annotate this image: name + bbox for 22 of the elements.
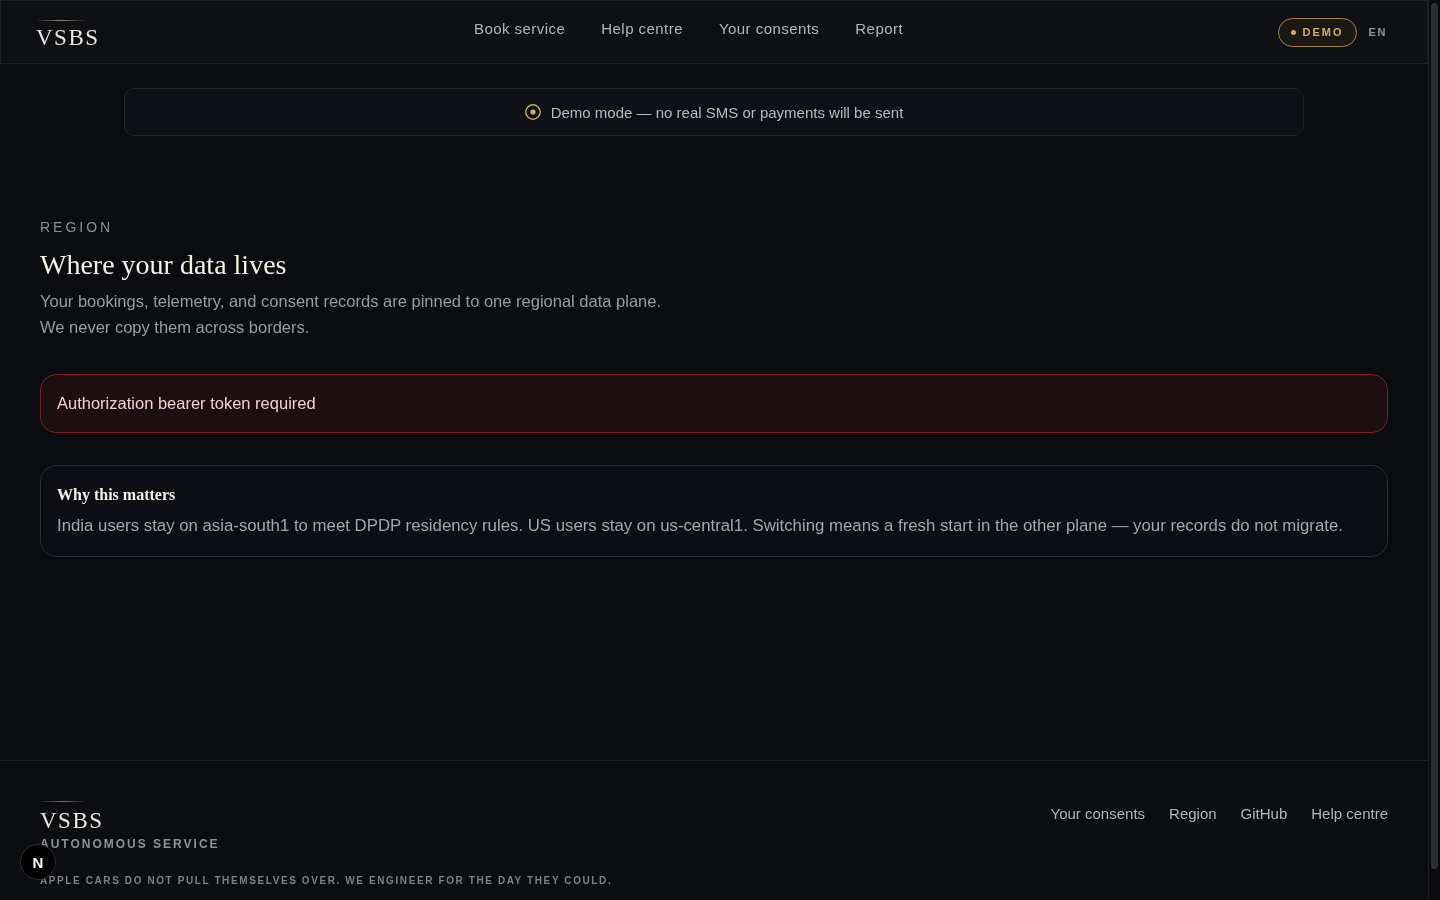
logo[interactable]: VSBS bbox=[36, 25, 100, 49]
card-body: India users stay on asia-south1 to meet DPDP residency rules. US users stay on us-central1. Switching means a fresh start in the other plane — your records do not migrate. bbox=[57, 515, 1343, 537]
nav-link[interactable]: Help centre bbox=[601, 20, 683, 37]
page-title: Where your data lives bbox=[40, 248, 287, 282]
footer-link[interactable]: Help centre bbox=[1311, 805, 1388, 822]
nav-link[interactable]: Report bbox=[855, 20, 904, 37]
footer-link[interactable]: Region bbox=[1169, 805, 1217, 822]
dot-icon bbox=[1290, 29, 1296, 35]
footer-link[interactable]: GitHub bbox=[1240, 805, 1288, 822]
ring-dot-icon bbox=[524, 104, 541, 120]
nav-link[interactable]: Book service bbox=[474, 20, 566, 37]
nav-link[interactable]: Your consents bbox=[718, 20, 820, 37]
footer-logo: VSBS bbox=[40, 809, 104, 833]
page-description: Your bookings, telemetry, and consent records are pinned to one regional data plane. We never copy them across borders. bbox=[40, 291, 662, 338]
section-eyebrow: REGION bbox=[40, 218, 114, 236]
language-button[interactable]: EN bbox=[1368, 26, 1387, 38]
banner-text: Demo mode — no real SMS or payments will be sent bbox=[550, 103, 904, 121]
demo-label: DEMO bbox=[1302, 26, 1344, 38]
footer-link[interactable]: Your consents bbox=[1050, 805, 1146, 822]
alert-message: Authorization bearer token required bbox=[57, 394, 316, 413]
card-title: Why this matters bbox=[57, 486, 176, 504]
scrollbar-thumb[interactable] bbox=[1431, 3, 1438, 869]
